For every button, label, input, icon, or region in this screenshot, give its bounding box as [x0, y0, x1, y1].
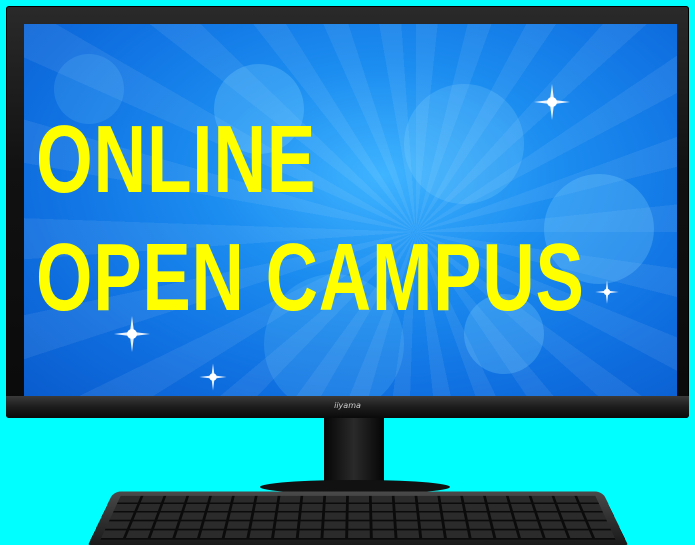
- headline-line-2: OPEN CAMPUS: [36, 224, 585, 331]
- sparkle-icon: [199, 363, 227, 391]
- keyboard-keys: [100, 495, 616, 540]
- scene: ONLINE OPEN CAMPUS iiyama: [0, 0, 695, 545]
- keyboard: [88, 491, 628, 545]
- monitor-screen: ONLINE OPEN CAMPUS: [24, 24, 677, 402]
- keyboard-key-rows: [100, 495, 616, 540]
- brand-logo: iiyama: [334, 401, 361, 410]
- monitor: ONLINE OPEN CAMPUS: [6, 6, 689, 418]
- sparkle-icon: [534, 84, 570, 120]
- sparkle-icon: [595, 280, 619, 304]
- monitor-stand: [324, 418, 384, 486]
- headline-line-1: ONLINE: [36, 106, 317, 213]
- monitor-bottom-bezel: iiyama: [6, 396, 689, 418]
- bokeh-circle: [404, 84, 524, 204]
